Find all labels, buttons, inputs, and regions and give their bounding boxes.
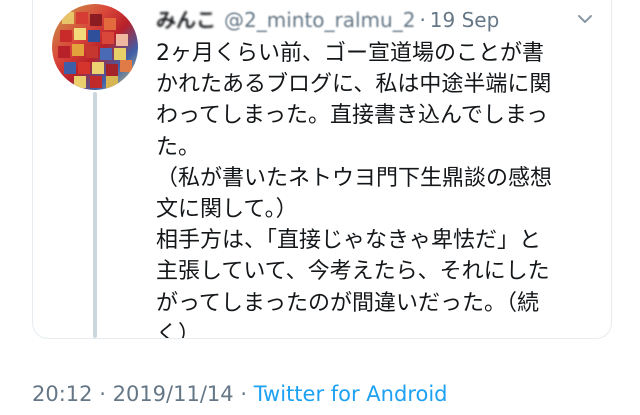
- tweet-text-line: （私が書いたネトウヨ門下生鼎談の感想: [156, 165, 553, 191]
- tweet-meta: 20:12 · 2019/11/14 · Twitter for Android: [32, 378, 448, 410]
- tweet-source-link[interactable]: Twitter for Android: [254, 382, 448, 406]
- tweet-time: 20:12: [32, 382, 93, 406]
- tweet-text-line: た。: [156, 134, 201, 160]
- tweet-detail-page: みんこ @2_minto_ralmu_2 · 19 Sep 2ヶ月くらい前、ゴー宣道場…: [0, 0, 640, 415]
- tweet-text-line: 相手方は、「直接じゃなきゃ卑怯だ」と: [156, 228, 542, 254]
- tweet-text-line: わってしまった。直接書き込んでしまっ: [156, 103, 549, 129]
- tweet-header: みんこ @2_minto_ralmu_2 · 19 Sep: [156, 6, 596, 34]
- tweet-text-line: 文に関して。）: [156, 196, 298, 222]
- tweet-text-line: がってしまったのが間違いだった。（続: [156, 290, 540, 316]
- meta-separator: ·: [99, 382, 106, 406]
- tweet-date: 2019/11/14: [112, 382, 234, 406]
- tweet-time-ago[interactable]: 19 Sep: [430, 6, 500, 34]
- thread-line: [93, 92, 97, 338]
- tweet-text-line: く）: [156, 321, 201, 338]
- user-handle[interactable]: @2_minto_ralmu_2: [224, 6, 415, 34]
- display-name[interactable]: みんこ: [156, 6, 216, 34]
- tweet-text-line: 2ヶ月くらい前、ゴー宣道場のことが書: [156, 41, 544, 66]
- avatar[interactable]: [52, 4, 138, 90]
- tweet-text: 2ヶ月くらい前、ゴー宣道場のことが書 かれたあるブログに、私は中途半端に関 わっ…: [156, 38, 596, 338]
- tweet-text-line: かれたあるブログに、私は中途半端に関: [156, 72, 552, 98]
- header-separator: ·: [419, 8, 426, 32]
- meta-separator: ·: [240, 382, 248, 406]
- tweet-text-line: 主張していて、今考えたら、それにした: [156, 259, 550, 285]
- chevron-down-icon[interactable]: [576, 10, 594, 28]
